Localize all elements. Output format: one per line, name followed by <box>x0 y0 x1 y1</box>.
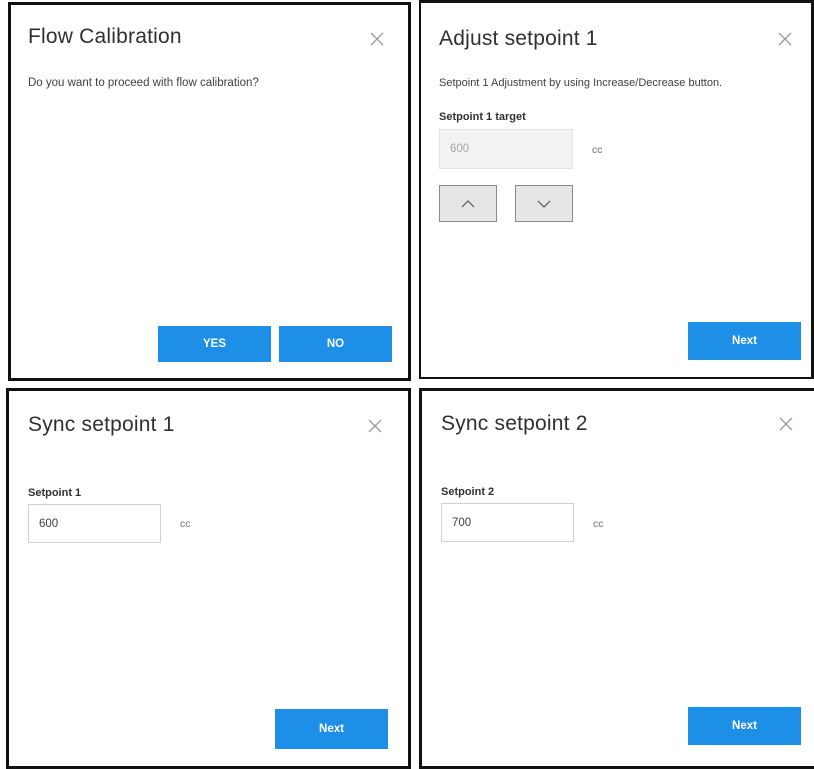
sync-setpoint-2-dialog: Sync setpoint 2 Setpoint 2 700 cc Next <box>419 388 814 769</box>
increase-button[interactable] <box>439 185 497 222</box>
yes-button[interactable]: YES <box>158 326 271 362</box>
setpoint-1-target-label: Setpoint 1 target <box>439 111 526 123</box>
close-icon[interactable] <box>367 418 383 434</box>
adjust-setpoint-1-dialog: Adjust setpoint 1 Setpoint 1 Adjustment … <box>419 0 814 379</box>
next-button[interactable]: Next <box>688 322 801 360</box>
chevron-up-icon <box>461 199 475 207</box>
unit-label: cc <box>180 518 191 530</box>
chevron-down-icon <box>537 200 551 208</box>
dialog-message: Do you want to proceed with flow calibra… <box>28 77 259 89</box>
setpoint-1-target-field: 600 <box>439 129 573 169</box>
decrease-button[interactable] <box>515 185 573 222</box>
flow-calibration-dialog: Flow Calibration Do you want to proceed … <box>8 2 411 381</box>
setpoint-2-label: Setpoint 2 <box>441 486 495 498</box>
dialog-description: Setpoint 1 Adjustment by using Increase/… <box>439 77 723 89</box>
sync-setpoint-1-dialog: Sync setpoint 1 Setpoint 1 600 cc Next <box>6 388 411 769</box>
next-button[interactable]: Next <box>688 707 801 745</box>
setpoint-1-field[interactable]: 600 <box>28 504 161 543</box>
dialog-title: Sync setpoint 2 <box>441 412 588 435</box>
dialog-title: Adjust setpoint 1 <box>439 27 598 50</box>
dialog-title: Sync setpoint 1 <box>28 413 175 436</box>
next-button[interactable]: Next <box>275 709 388 749</box>
setpoint-2-field[interactable]: 700 <box>441 503 574 542</box>
close-icon[interactable] <box>778 416 794 432</box>
close-icon[interactable] <box>777 31 793 47</box>
dialog-title: Flow Calibration <box>28 25 182 48</box>
no-button[interactable]: NO <box>279 326 392 362</box>
unit-label: cc <box>592 144 603 156</box>
close-icon[interactable] <box>369 31 385 47</box>
unit-label: cc <box>593 518 604 530</box>
setpoint-1-label: Setpoint 1 <box>28 487 82 499</box>
